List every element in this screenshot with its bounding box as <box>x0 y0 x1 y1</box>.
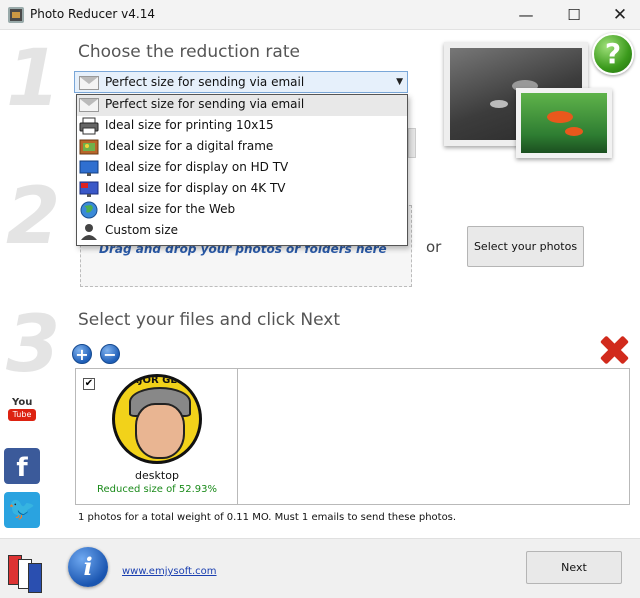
add-files-button[interactable]: + <box>72 344 92 364</box>
hd-tv-icon <box>79 159 99 177</box>
footer: i www.emjysoft.com Next <box>0 538 640 598</box>
step-number-1: 1 <box>6 34 61 124</box>
file-reduction: Reduced size of 52.93% <box>96 484 218 495</box>
youtube-top-label: You <box>12 397 33 408</box>
youtube-bottom-label: Tube <box>8 409 36 421</box>
next-button[interactable]: Next <box>526 551 622 584</box>
option-hdtv[interactable]: Ideal size for display on HD TV <box>77 158 407 179</box>
app-icon <box>8 7 24 23</box>
status-text: 1 photos for a total weight of 0.11 MO. … <box>78 512 457 523</box>
remove-file-button[interactable]: − <box>100 344 120 364</box>
maximize-button[interactable]: ☐ <box>551 0 597 30</box>
option-label: Ideal size for printing 10x15 <box>105 118 274 132</box>
option-email[interactable]: Perfect size for sending via email <box>77 95 407 116</box>
option-label: Ideal size for the Web <box>105 202 236 216</box>
option-label: Perfect size for sending via email <box>105 97 305 111</box>
chevron-down-icon[interactable]: ▼ <box>396 77 403 87</box>
reduction-rate-value: Perfect size for sending via email <box>105 75 305 89</box>
step-number-3: 3 <box>6 300 61 390</box>
facebook-icon[interactable]: f <box>4 448 40 484</box>
file-checkbox[interactable]: ✔ <box>83 378 95 390</box>
hidden-control <box>408 128 416 158</box>
user-icon <box>79 222 99 240</box>
minimize-button[interactable]: — <box>503 0 549 30</box>
delete-all-icon[interactable] <box>598 334 630 366</box>
option-label: Ideal size for display on HD TV <box>105 160 289 174</box>
option-custom[interactable]: Custom size <box>77 221 407 242</box>
option-web[interactable]: Ideal size for the Web <box>77 200 407 221</box>
file-thumbnail: MAJOR GEEKS <box>112 374 202 464</box>
globe-icon <box>79 201 99 219</box>
thumbnail-logo-text: MAJOR GEEKS <box>121 375 199 386</box>
window-title: Photo Reducer v4.14 <box>30 7 155 21</box>
file-tile[interactable]: ✔ MAJOR GEEKS desktop Reduced size of 52… <box>76 369 238 504</box>
or-label: or <box>426 238 442 256</box>
reduction-rate-heading: Choose the reduction rate <box>78 42 300 62</box>
file-name: desktop <box>135 469 179 482</box>
select-photos-button[interactable]: Select your photos <box>467 226 584 267</box>
help-button[interactable]: ? <box>592 33 634 75</box>
email-icon <box>79 96 99 114</box>
digital-frame-icon <box>79 138 99 156</box>
twitter-icon[interactable]: 🐦 <box>4 492 40 528</box>
email-icon <box>79 76 99 90</box>
language-books-icon[interactable] <box>6 549 50 593</box>
website-link[interactable]: www.emjysoft.com <box>122 566 217 577</box>
youtube-icon[interactable]: You Tube <box>4 392 40 428</box>
reduction-rate-dropdown: Perfect size for sending via email Ideal… <box>76 94 408 246</box>
option-label: Custom size <box>105 223 179 237</box>
step-number-2: 2 <box>6 172 61 262</box>
info-button[interactable]: i <box>68 547 108 587</box>
option-label: Ideal size for display on 4K TV <box>105 181 286 195</box>
printer-icon <box>79 117 99 135</box>
title-bar: Photo Reducer v4.14 — ☐ ✕ <box>0 0 640 30</box>
select-files-heading: Select your files and click Next <box>78 310 341 330</box>
reduction-rate-select[interactable]: Perfect size for sending via email ▼ <box>74 71 408 93</box>
option-frame[interactable]: Ideal size for a digital frame <box>77 137 407 158</box>
close-button[interactable]: ✕ <box>597 0 640 30</box>
option-4ktv[interactable]: Ideal size for display on 4K TV <box>77 179 407 200</box>
sample-photo-small <box>516 88 612 158</box>
4k-tv-icon <box>79 180 99 198</box>
option-print[interactable]: Ideal size for printing 10x15 <box>77 116 407 137</box>
option-label: Ideal size for a digital frame <box>105 139 274 153</box>
file-list: ✔ MAJOR GEEKS desktop Reduced size of 52… <box>75 368 630 505</box>
